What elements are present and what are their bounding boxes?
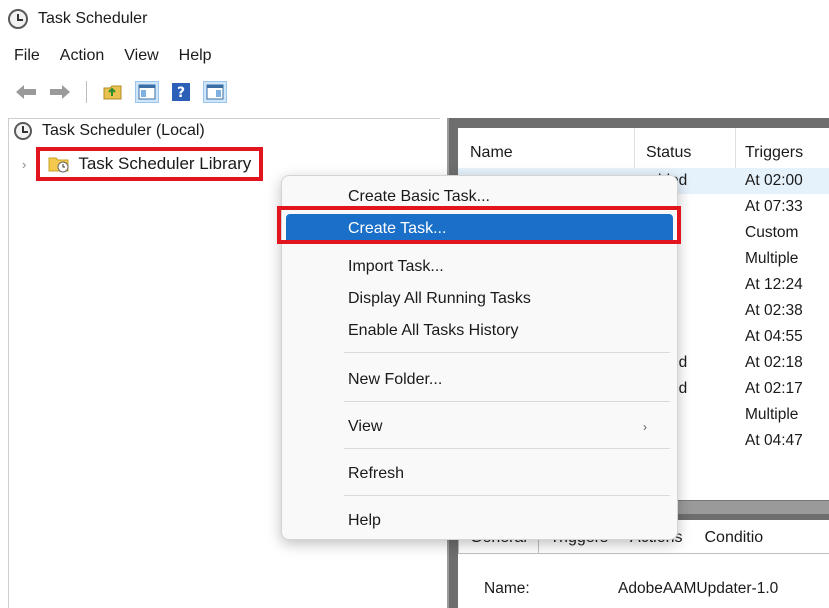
toolbar: ? bbox=[0, 78, 829, 106]
menu-item-new-folder[interactable]: New Folder... bbox=[286, 365, 673, 395]
column-divider[interactable] bbox=[735, 128, 736, 170]
help-icon[interactable]: ? bbox=[169, 81, 193, 103]
chevron-right-icon: › bbox=[643, 420, 647, 434]
menu-separator bbox=[344, 401, 670, 402]
menu-item-view[interactable]: View › bbox=[286, 412, 673, 442]
trigger-cell: Custom bbox=[745, 224, 799, 241]
menu-item-display-running-tasks[interactable]: Display All Running Tasks bbox=[286, 284, 673, 314]
name-value: AdobeAAMUpdater-1.0 bbox=[618, 580, 779, 597]
menu-separator bbox=[344, 495, 670, 496]
menu-bar: File Action View Help bbox=[0, 42, 222, 70]
forward-arrow-icon[interactable] bbox=[48, 83, 72, 101]
table-header: Name Status Triggers bbox=[458, 128, 829, 170]
toolbar-separator bbox=[86, 81, 87, 103]
tree-item-library[interactable]: › Task Scheduler Library bbox=[22, 147, 264, 181]
column-divider[interactable] bbox=[634, 128, 635, 170]
trigger-cell: At 04:47 bbox=[745, 432, 803, 449]
menu-item-enable-tasks-history[interactable]: Enable All Tasks History bbox=[286, 316, 673, 346]
column-header-triggers[interactable]: Triggers bbox=[745, 144, 803, 162]
menu-help[interactable]: Help bbox=[169, 45, 222, 67]
tree-library-label: Task Scheduler Library bbox=[78, 154, 252, 173]
trigger-cell: At 04:55 bbox=[745, 328, 803, 345]
show-hide-console-tree-icon[interactable] bbox=[135, 81, 159, 103]
tree-root-label: Task Scheduler (Local) bbox=[42, 122, 205, 139]
menu-item-refresh[interactable]: Refresh bbox=[286, 459, 673, 489]
svg-text:?: ? bbox=[177, 85, 185, 101]
menu-item-import-task[interactable]: Import Task... bbox=[286, 252, 673, 282]
menu-item-help[interactable]: Help bbox=[286, 506, 673, 536]
chevron-right-icon[interactable]: › bbox=[22, 157, 26, 172]
show-hide-action-pane-icon[interactable] bbox=[203, 81, 227, 103]
library-highlight-box[interactable]: Task Scheduler Library bbox=[36, 147, 264, 181]
trigger-cell: Multiple bbox=[745, 250, 799, 267]
trigger-cell: At 02:18 bbox=[745, 354, 803, 371]
menu-item-create-basic-task[interactable]: Create Basic Task... bbox=[286, 182, 673, 212]
column-header-status[interactable]: Status bbox=[646, 144, 691, 162]
menu-separator bbox=[344, 352, 670, 353]
window-title: Task Scheduler bbox=[38, 10, 148, 27]
name-label: Name: bbox=[484, 580, 530, 597]
folder-up-icon[interactable] bbox=[101, 81, 125, 103]
folder-clock-icon bbox=[48, 155, 70, 173]
menu-view[interactable]: View bbox=[114, 45, 168, 67]
menu-action[interactable]: Action bbox=[50, 45, 114, 67]
tab-underline bbox=[458, 553, 829, 554]
column-header-name[interactable]: Name bbox=[470, 144, 513, 162]
trigger-cell: At 12:24 bbox=[745, 276, 803, 293]
menu-file[interactable]: File bbox=[12, 45, 50, 67]
trigger-cell: At 02:38 bbox=[745, 302, 803, 319]
trigger-cell: Multiple bbox=[745, 406, 799, 423]
menu-item-view-label: View bbox=[348, 418, 383, 435]
trigger-cell: At 02:17 bbox=[745, 380, 803, 397]
trigger-cell: At 02:00 bbox=[745, 172, 803, 189]
menu-separator bbox=[344, 448, 670, 449]
context-menu: Create Basic Task... Create Task... Impo… bbox=[281, 175, 678, 540]
title-bar: Task Scheduler bbox=[0, 0, 829, 38]
menu-item-create-task[interactable]: Create Task... bbox=[286, 214, 673, 244]
clock-icon bbox=[14, 122, 32, 140]
tree-root[interactable]: Task Scheduler (Local) bbox=[14, 122, 205, 140]
tab-conditions[interactable]: Conditio bbox=[693, 523, 774, 554]
clock-icon bbox=[8, 9, 28, 29]
back-arrow-icon[interactable] bbox=[14, 83, 38, 101]
trigger-cell: At 07:33 bbox=[745, 198, 803, 215]
